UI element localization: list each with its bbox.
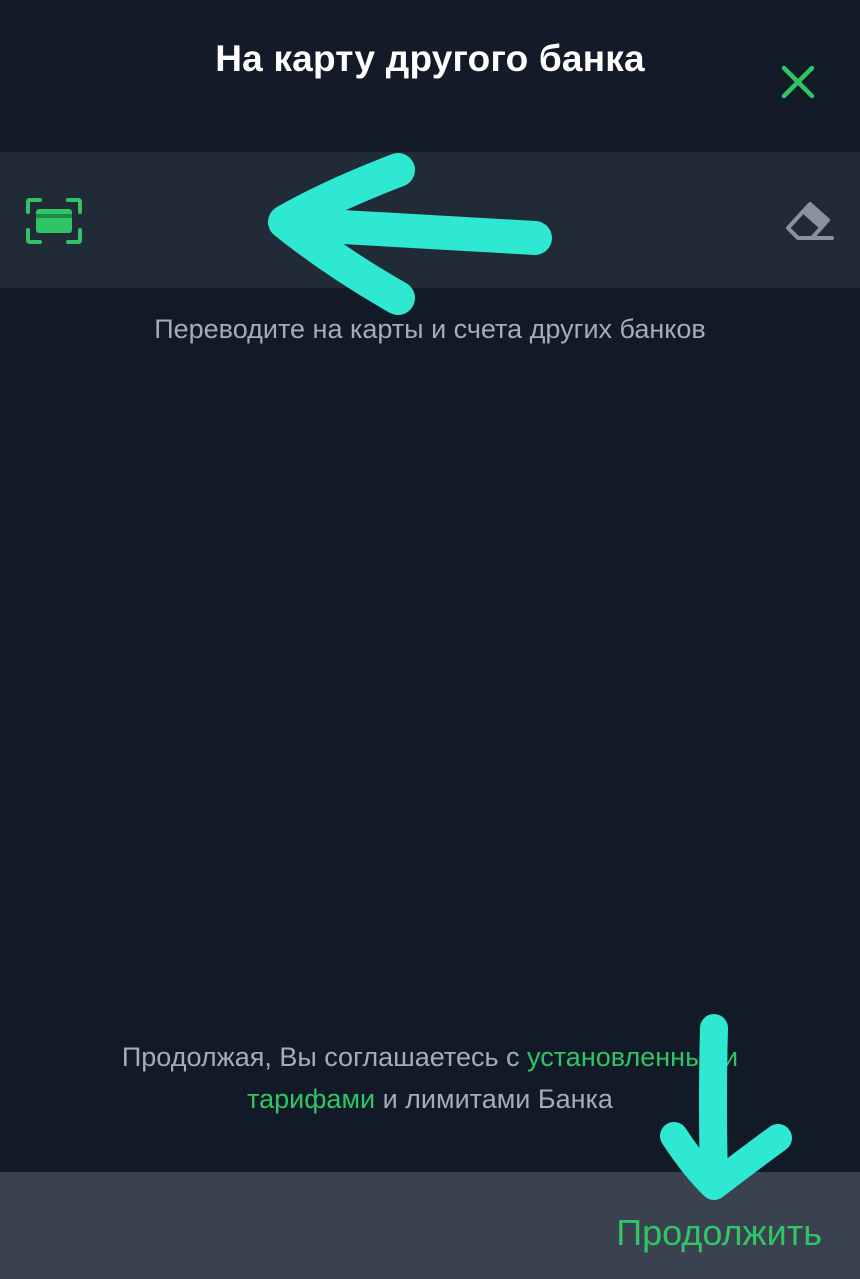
scan-card-button[interactable] [24,196,84,246]
terms-text: Продолжая, Вы соглашаетесь с установленн… [60,1036,800,1120]
terms-prefix: Продолжая, Вы соглашаетесь с [121,1042,528,1072]
continue-button[interactable]: Продолжить [616,1212,822,1254]
transfer-screen: На карту другого банка Переводите на кар… [0,0,860,1279]
header: На карту другого банка [0,0,860,152]
close-icon [781,65,815,99]
clear-button[interactable] [782,196,838,248]
card-scan-icon [26,198,82,244]
card-number-row [0,152,860,288]
page-title: На карту другого банка [215,38,645,79]
hint-text: Переводите на карты и счета других банко… [154,314,706,344]
card-number-input[interactable] [110,188,754,254]
eraser-icon [786,202,834,240]
terms-suffix: и лимитами Банка [375,1084,613,1114]
bottom-bar: Продолжить [0,1172,860,1279]
close-button[interactable] [772,56,824,108]
